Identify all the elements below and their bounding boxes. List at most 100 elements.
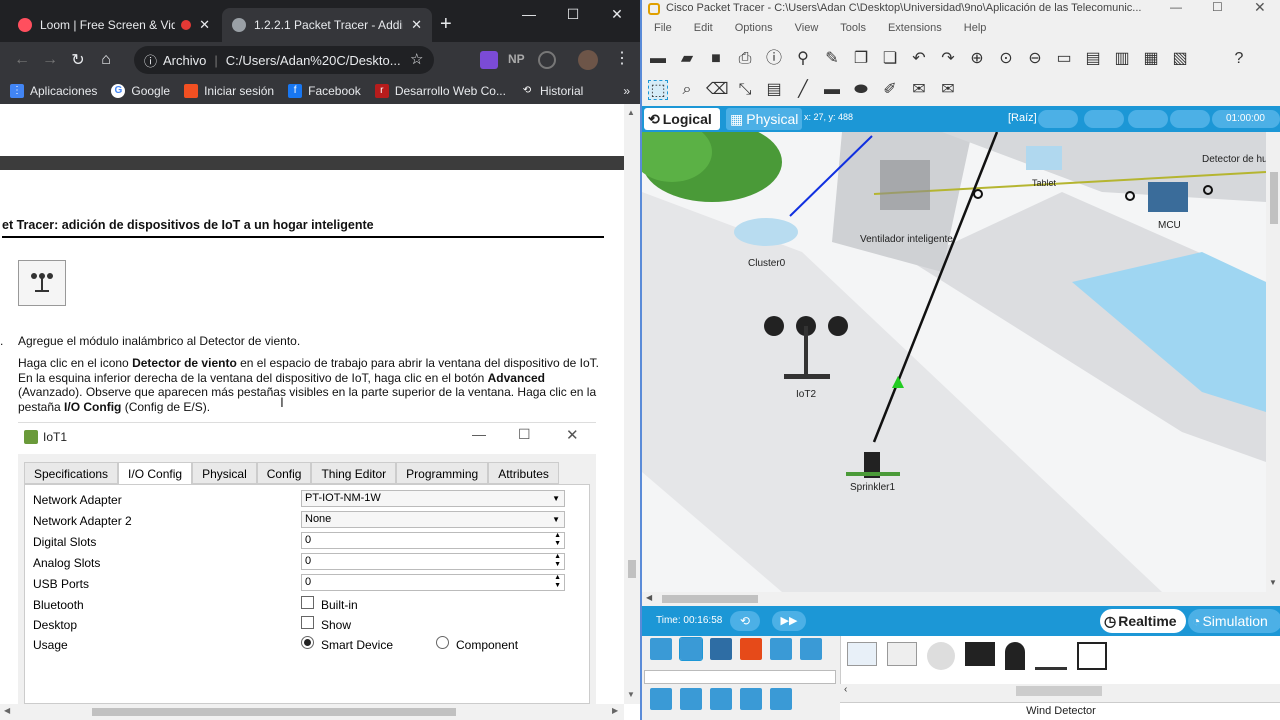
scroll-down-icon[interactable]: ▼ [627, 690, 635, 699]
device-item[interactable] [927, 642, 955, 670]
delete-tool-icon[interactable]: ⌫ [706, 80, 729, 100]
realtime-tab[interactable]: ◷ Realtime [1100, 609, 1186, 633]
stepper-arrows-icon[interactable]: ▲ ▼ [554, 553, 561, 569]
pt-minimize-button[interactable]: — [1170, 0, 1182, 14]
fan-device[interactable] [880, 160, 930, 210]
freeform-tool-icon[interactable]: ✐ [880, 80, 900, 100]
close-tab-icon[interactable]: ✕ [411, 17, 422, 33]
cluster-label[interactable]: Cluster0 [748, 258, 785, 269]
mcu-label[interactable]: MCU [1158, 220, 1181, 231]
scroll-left-icon[interactable]: ◀ [646, 593, 652, 602]
detector-label[interactable]: Detector de hu [1202, 154, 1266, 165]
scroll-up-icon[interactable]: ▲ [627, 108, 635, 117]
menu-file[interactable]: File [654, 22, 672, 40]
zoom-in-icon[interactable]: ⊕ [967, 49, 987, 69]
wind-detector-device-item[interactable] [1035, 642, 1067, 670]
custom-devices-icon[interactable]: ▤ [1083, 49, 1103, 69]
workspace-vertical-scrollbar[interactable]: ▼ [1266, 132, 1280, 592]
home-icon[interactable]: ⌂ [92, 51, 120, 69]
save-icon[interactable]: ■ [706, 49, 726, 69]
bookmark-dev[interactable]: r Desarrollo Web Co... [374, 84, 506, 98]
forward-icon[interactable]: → [36, 51, 64, 69]
workspace-horizontal-scrollbar[interactable]: ◀ [642, 592, 1266, 606]
device-item[interactable] [887, 642, 917, 666]
bookmark-history[interactable]: ⟲ Historial [520, 84, 584, 98]
scroll-thumb[interactable] [92, 708, 456, 716]
fan-label[interactable]: Ventilador inteligente [860, 234, 953, 245]
scroll-thumb[interactable] [662, 595, 758, 603]
device-item[interactable] [1005, 642, 1025, 670]
scroll-right-icon[interactable]: ▶ [612, 706, 618, 715]
device-item[interactable] [965, 642, 995, 666]
bluetooth-checkbox[interactable] [301, 596, 314, 609]
scroll-thumb[interactable] [1270, 172, 1278, 224]
network-devices-icon[interactable] [650, 638, 672, 660]
inspect-tool-icon[interactable]: ⌕ [677, 80, 697, 100]
tab-physical[interactable]: Physical [192, 462, 257, 484]
info-icon[interactable]: ⓘ [764, 49, 784, 69]
simulation-tab[interactable]: ◔ Simulation [1188, 609, 1280, 633]
tab-thing-editor[interactable]: Thing Editor [311, 462, 397, 484]
ellipse-tool-icon[interactable]: ⬬ [851, 80, 871, 100]
cluster-cloud[interactable] [734, 218, 798, 246]
power-cycle-icon[interactable]: ⟲ [730, 611, 760, 631]
undo-icon[interactable]: ↶ [909, 49, 929, 69]
device-list-scrollbar[interactable]: ‹ [840, 684, 1280, 698]
iot-maximize-button[interactable]: ☐ [518, 426, 531, 443]
tab-packet-tracer[interactable]: 1.2.2.1 Packet Tracer - Adding ✕ [222, 8, 432, 42]
help-icon[interactable]: ? [1229, 49, 1249, 69]
zoom-reset-icon[interactable]: ⊙ [996, 49, 1016, 69]
open-folder-icon[interactable]: ▰ [677, 49, 697, 69]
power-grid-icon[interactable] [770, 688, 792, 710]
misc-icon[interactable] [770, 638, 792, 660]
move-object-icon[interactable] [1128, 110, 1168, 128]
star-icon[interactable]: ☆ [410, 50, 423, 68]
new-file-icon[interactable]: ▬ [648, 49, 668, 69]
back-button[interactable] [1038, 110, 1078, 128]
back-icon[interactable]: ← [8, 51, 36, 69]
paste-icon[interactable]: ❏ [880, 49, 900, 69]
activity-wizard-icon[interactable]: ✎ [822, 49, 842, 69]
analog-slots-stepper[interactable]: 0 ▲ ▼ [301, 553, 565, 570]
connections-icon[interactable] [740, 638, 762, 660]
background-icon[interactable] [1170, 110, 1210, 128]
network-wizard-icon[interactable]: ⚲ [793, 49, 813, 69]
extension-np-icon[interactable]: NP [508, 52, 525, 66]
close-tab-icon[interactable]: ✕ [199, 17, 210, 33]
component-radio[interactable] [436, 636, 449, 649]
sprinkler-label[interactable]: Sprinkler1 [850, 482, 895, 493]
menu-extensions[interactable]: Extensions [888, 22, 942, 40]
extension-icon[interactable] [480, 51, 498, 69]
copy-icon[interactable]: ❐ [851, 49, 871, 69]
maximize-button[interactable]: ☐ [558, 6, 588, 23]
image-icon[interactable]: ▧ [1170, 49, 1190, 69]
minimize-button[interactable]: — [514, 6, 544, 22]
more-bookmarks-icon[interactable]: » [623, 84, 630, 98]
print-icon[interactable]: ⎙ [735, 49, 755, 69]
iot-minimize-button[interactable]: — [472, 426, 486, 442]
resize-tool-icon[interactable]: ⤡ [735, 80, 755, 100]
components-icon[interactable] [710, 638, 732, 660]
desktop-checkbox[interactable] [301, 616, 314, 629]
pt-close-button[interactable]: ✕ [1254, 0, 1266, 16]
physical-tab[interactable]: ▦ Physical [726, 108, 802, 130]
extension-icon[interactable] [538, 51, 556, 69]
document-vertical-scrollbar[interactable]: ▲ ▼ [624, 104, 640, 704]
tab-specifications[interactable]: Specifications [24, 462, 119, 484]
line-tool-icon[interactable]: ╱ [793, 80, 813, 100]
stepper-arrows-icon[interactable]: ▲ ▼ [554, 532, 561, 548]
smart-city-icon[interactable] [710, 688, 732, 710]
iot-close-button[interactable]: ✕ [566, 426, 579, 444]
bookmark-apps[interactable]: ⋮ Aplicaciones [10, 84, 97, 98]
tab-config[interactable]: Config [256, 462, 312, 484]
viewport-icon[interactable]: ▦ [1141, 49, 1161, 69]
notes-icon[interactable]: ▥ [1112, 49, 1132, 69]
usb-ports-stepper[interactable]: 0 ▲ ▼ [301, 574, 565, 591]
select-tool-icon[interactable]: ⬚ [648, 80, 668, 100]
scroll-down-icon[interactable]: ▼ [1269, 578, 1277, 587]
reload-icon[interactable]: ↻ [64, 50, 92, 70]
multiuser-icon[interactable] [800, 638, 822, 660]
industrial-icon[interactable] [740, 688, 762, 710]
rectangle-tool-icon[interactable]: ▬ [822, 80, 842, 100]
menu-options[interactable]: Options [735, 22, 773, 40]
